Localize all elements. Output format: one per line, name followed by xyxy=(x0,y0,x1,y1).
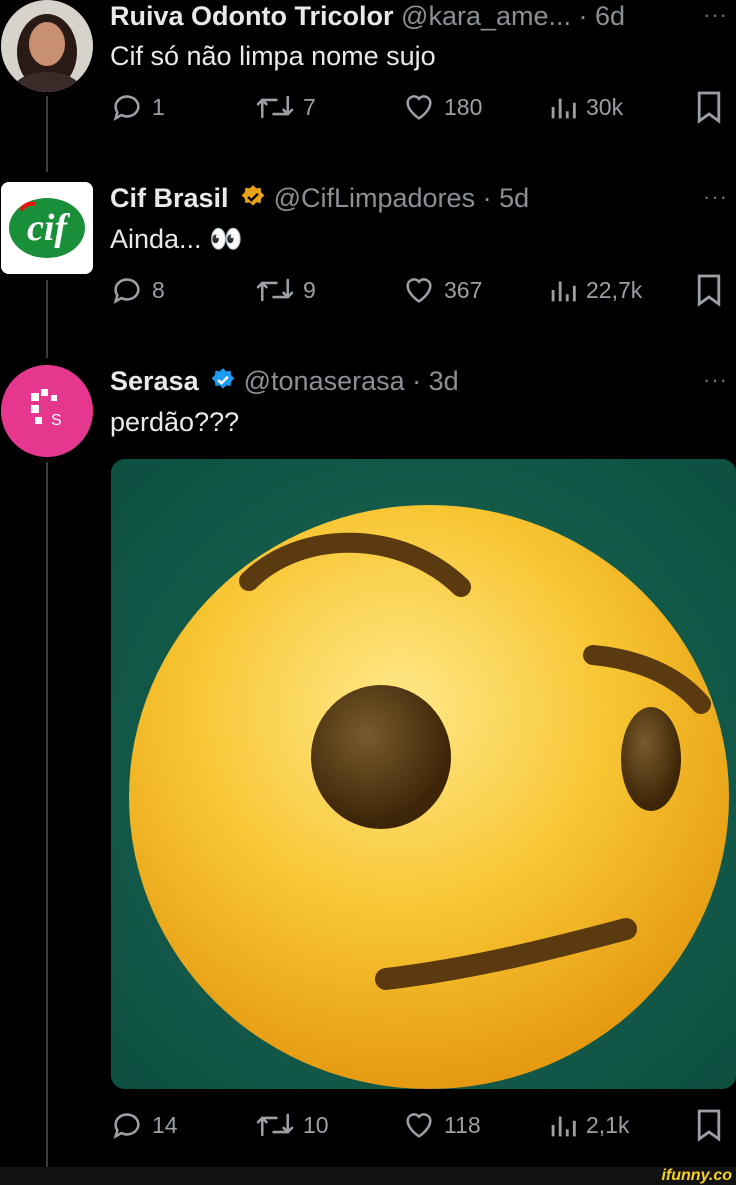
analytics-icon xyxy=(551,1116,576,1137)
display-name[interactable]: Serasa xyxy=(110,366,199,396)
timestamp[interactable]: · 3d xyxy=(412,366,459,396)
reply-button[interactable]: 1 xyxy=(110,90,165,124)
retweet-icon xyxy=(256,1113,294,1137)
views-button[interactable]: 30k xyxy=(548,90,623,124)
handle[interactable]: @kara_ame... xyxy=(401,1,571,31)
reply-count: 14 xyxy=(152,1111,178,1138)
heart-icon xyxy=(406,1113,432,1138)
avatar[interactable]: S xyxy=(1,365,93,457)
view-count: 2,1k xyxy=(586,1111,630,1138)
more-options-icon[interactable]: ··· xyxy=(703,2,728,28)
thread-line xyxy=(46,462,48,1167)
footer-bar xyxy=(0,1167,736,1185)
watermark: ifunny.co xyxy=(661,1167,732,1184)
reply-icon xyxy=(113,278,140,305)
verified-badge-icon xyxy=(241,185,265,206)
like-button[interactable]: 118 xyxy=(402,1108,481,1142)
handle[interactable]: @CifLimpadores xyxy=(274,183,476,213)
tweet-media-image[interactable] xyxy=(111,459,736,1089)
thread-line xyxy=(46,96,48,172)
analytics-icon xyxy=(551,98,576,119)
heart-icon xyxy=(406,95,432,120)
retweet-count: 9 xyxy=(303,276,316,303)
display-name[interactable]: Cif Brasil xyxy=(110,183,229,213)
tweet-header: Cif Brasil @CifLimpadores · 5d xyxy=(110,182,529,214)
tweet-header: Ruiva Odonto Tricolor @kara_ame... · 6d xyxy=(110,0,625,32)
bookmark-icon xyxy=(697,1109,721,1142)
cif-logo: cif xyxy=(27,207,70,249)
bookmark-button[interactable] xyxy=(695,273,723,307)
reply-count: 8 xyxy=(152,276,165,303)
retweet-button[interactable]: 7 xyxy=(255,90,316,124)
tweet-text: Cif só não limpa nome sujo xyxy=(110,41,436,71)
views-button[interactable]: 22,7k xyxy=(548,273,642,307)
view-count: 30k xyxy=(586,93,624,120)
tweet-actions: 14 10 118 2,1k xyxy=(110,1108,726,1148)
display-name[interactable]: Ruiva Odonto Tricolor xyxy=(110,1,394,31)
tweet-header: Serasa @tonaserasa · 3d xyxy=(110,365,459,397)
like-button[interactable]: 367 xyxy=(402,273,482,307)
retweet-icon xyxy=(256,278,294,302)
reply-icon xyxy=(113,95,140,122)
view-count: 22,7k xyxy=(586,276,643,303)
tweet-actions: 8 9 367 22,7k xyxy=(110,273,726,313)
like-count: 180 xyxy=(444,93,483,120)
heart-icon xyxy=(406,278,432,303)
like-button[interactable]: 180 xyxy=(402,90,482,124)
more-options-icon[interactable]: ··· xyxy=(703,184,728,210)
tweet-text: Ainda... 👀 xyxy=(110,224,243,254)
more-options-icon[interactable]: ··· xyxy=(703,367,728,393)
tweet-actions: 1 7 180 30k xyxy=(110,90,726,130)
bookmark-button[interactable] xyxy=(695,90,723,124)
avatar[interactable]: cif xyxy=(1,182,93,274)
timestamp[interactable]: · 5d xyxy=(483,183,530,213)
reply-icon xyxy=(113,1113,140,1140)
timestamp[interactable]: · 6d xyxy=(579,1,626,31)
retweet-count: 7 xyxy=(303,93,316,120)
retweet-icon xyxy=(256,95,294,119)
bookmark-icon xyxy=(697,274,721,307)
bookmark-button[interactable] xyxy=(695,1108,723,1142)
views-button[interactable]: 2,1k xyxy=(548,1108,629,1142)
raised-eyebrow-emoji-image xyxy=(111,459,736,1089)
serasa-logo: S xyxy=(51,412,62,429)
tweet-text: perdão??? xyxy=(110,407,240,437)
handle[interactable]: @tonaserasa xyxy=(244,366,405,396)
like-count: 118 xyxy=(444,1111,481,1138)
reply-button[interactable]: 14 xyxy=(110,1108,178,1142)
like-count: 367 xyxy=(444,276,483,303)
bookmark-icon xyxy=(697,91,721,124)
reply-button[interactable]: 8 xyxy=(110,273,165,307)
verified-badge-icon xyxy=(211,368,235,389)
reply-count: 1 xyxy=(152,93,165,120)
analytics-icon xyxy=(551,281,576,302)
retweet-count: 10 xyxy=(303,1111,329,1138)
retweet-button[interactable]: 9 xyxy=(255,273,316,307)
avatar[interactable] xyxy=(1,0,93,92)
thread-line xyxy=(46,280,48,358)
retweet-button[interactable]: 10 xyxy=(255,1108,329,1142)
